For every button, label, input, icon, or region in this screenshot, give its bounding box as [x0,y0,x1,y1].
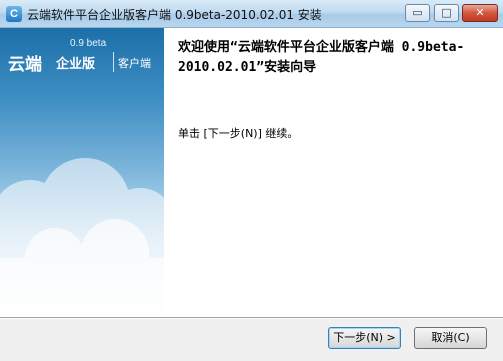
next-button[interactable]: 下一步(N) > [328,327,401,349]
minimize-button[interactable]: ▭ [405,4,430,22]
banner-version: 0.9 beta [70,38,107,49]
banner-edition: 企业版 [56,57,96,72]
instruction-text: 单击 [下一步(N)] 继续。 [178,127,299,140]
cancel-button[interactable]: 取消(C) [414,327,487,349]
footer-divider [0,317,503,319]
banner-divider [113,52,114,72]
welcome-heading: 欢迎使用“云端软件平台企业版客户端 0.9beta-2010.02.01”安装向… [178,40,465,75]
banner-brand-logo: 云端 [8,55,42,75]
maximize-button[interactable]: □ [434,4,459,22]
window-title: 云端软件平台企业版客户端 0.9beta-2010.02.01 安装 [27,8,322,22]
banner-client-label: 客户端 [118,57,151,70]
welcome-panel: 欢迎使用“云端软件平台企业版客户端 0.9beta-2010.02.01”安装向… [164,28,503,317]
close-button[interactable]: ✕ [462,4,498,22]
app-icon: C [6,6,22,22]
installer-banner: 0.9 beta 云端 企业版 客户端 [0,28,164,317]
title-bar[interactable]: C 云端软件平台企业版客户端 0.9beta-2010.02.01 安装 ▭ □… [0,0,503,28]
cloud-illustration [0,158,164,317]
